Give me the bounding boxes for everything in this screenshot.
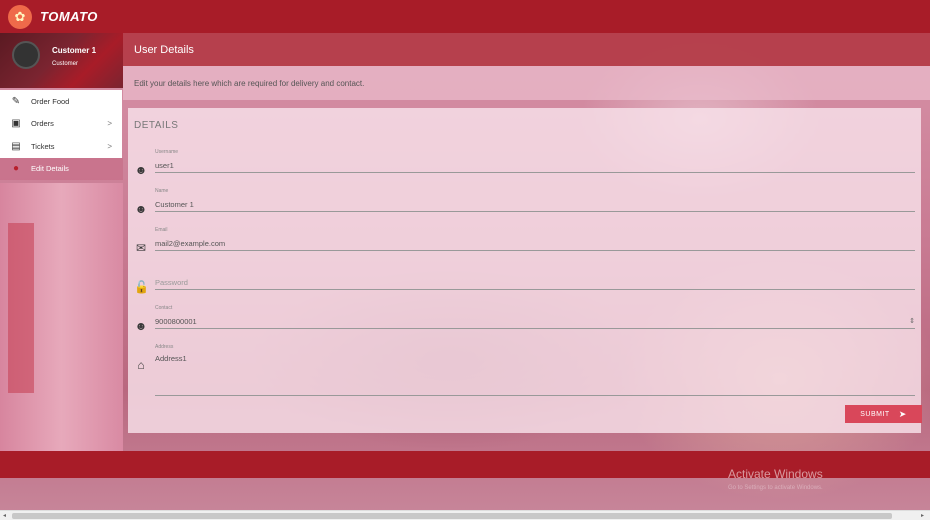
address-label: Address: [155, 344, 174, 350]
decor-strip: [8, 223, 34, 393]
scroll-left-icon[interactable]: ◂: [3, 512, 6, 519]
sidebar-item-label: Order Food: [31, 96, 70, 106]
sidebar-item-edit-details[interactable]: ● Edit Details: [0, 158, 123, 181]
email-label: Email: [155, 227, 168, 233]
top-app-bar: ✿ TOMATO: [0, 0, 930, 33]
email-input[interactable]: [155, 237, 915, 251]
submit-label: SUBMIT: [860, 410, 890, 418]
horizontal-scrollbar[interactable]: ◂ ▸: [0, 510, 930, 520]
brand-title[interactable]: TOMATO: [40, 9, 98, 24]
sidebar-active-wrap: ● Edit Details: [0, 157, 123, 181]
username-field-group: ☻ Username: [128, 147, 921, 186]
sidebar-item-label: Edit Details: [31, 164, 69, 174]
profile-name: Customer 1: [52, 46, 97, 55]
account-circle-icon: ☻: [134, 202, 148, 216]
calendar-icon: ▣: [11, 118, 21, 130]
contact-input[interactable]: [155, 315, 915, 329]
name-field-group: ☻ Name: [128, 186, 921, 225]
username-label: Username: [155, 149, 179, 155]
address-textarea[interactable]: Address1: [155, 354, 915, 396]
chat-icon: ▤: [11, 140, 21, 152]
page-title: User Details: [123, 33, 930, 66]
details-card: DETAILS ☻ Username ☻ Name ✉ Email 🔓 ☻ Co…: [128, 108, 921, 433]
name-label: Name: [155, 188, 169, 194]
sidebar-decor-image: [0, 183, 123, 453]
sidebar-item-label: Orders: [31, 119, 54, 129]
activate-windows-subtext: Go to Settings to activate Windows.: [728, 485, 823, 491]
scroll-right-icon[interactable]: ▸: [921, 512, 924, 519]
home-icon: ⌂: [137, 358, 145, 372]
submit-button[interactable]: SUBMIT ➤: [845, 405, 922, 423]
mail-icon: ✉: [135, 241, 147, 255]
person-icon: ●: [12, 163, 20, 175]
lock-icon: 🔓: [134, 280, 149, 294]
account-circle-icon: ☻: [134, 319, 148, 333]
avatar[interactable]: [12, 41, 40, 69]
name-input[interactable]: [155, 198, 915, 212]
chevron-right-icon: >: [107, 119, 112, 129]
card-title: DETAILS: [134, 120, 179, 131]
sidebar-item-label: Tickets: [31, 141, 55, 151]
profile-role: Customer: [52, 61, 79, 67]
profile-banner: Customer 1 Customer: [0, 33, 123, 88]
username-input[interactable]: [155, 159, 915, 173]
page-subtitle: Edit your details here which are require…: [123, 66, 930, 100]
contact-label: Contact: [155, 305, 173, 311]
email-field-group: ✉ Email: [128, 225, 921, 264]
send-icon: ➤: [898, 408, 907, 419]
chevron-right-icon: >: [107, 141, 112, 151]
sidebar-item-orders[interactable]: ▣ Orders >: [0, 113, 122, 136]
pencil-icon: ✎: [11, 95, 21, 107]
account-circle-icon: ☻: [134, 163, 148, 177]
password-input[interactable]: [155, 276, 915, 290]
sidebar-item-tickets[interactable]: ▤ Tickets >: [0, 135, 122, 158]
tomato-logo-icon[interactable]: ✿: [8, 4, 32, 29]
sidebar-footer-bar: [0, 451, 123, 478]
sidebar-item-order-food[interactable]: ✎ Order Food: [0, 90, 122, 113]
contact-field-group: ☻ Contact ⇕: [128, 303, 921, 342]
scrollbar-thumb[interactable]: [12, 513, 892, 519]
address-field-group: ⌂ Address Address1: [128, 342, 921, 402]
activate-windows-watermark: Activate Windows: [728, 467, 823, 481]
main-content: User Details Edit your details here whic…: [123, 33, 930, 520]
sidebar-menu: ✎ Order Food ▣ Orders > ▤ Tickets >: [0, 90, 122, 158]
password-field-group: 🔓: [128, 264, 921, 303]
number-spinner-icon[interactable]: ⇕: [909, 317, 915, 325]
sidebar: Customer 1 Customer ✎ Order Food ▣ Order…: [0, 33, 123, 520]
